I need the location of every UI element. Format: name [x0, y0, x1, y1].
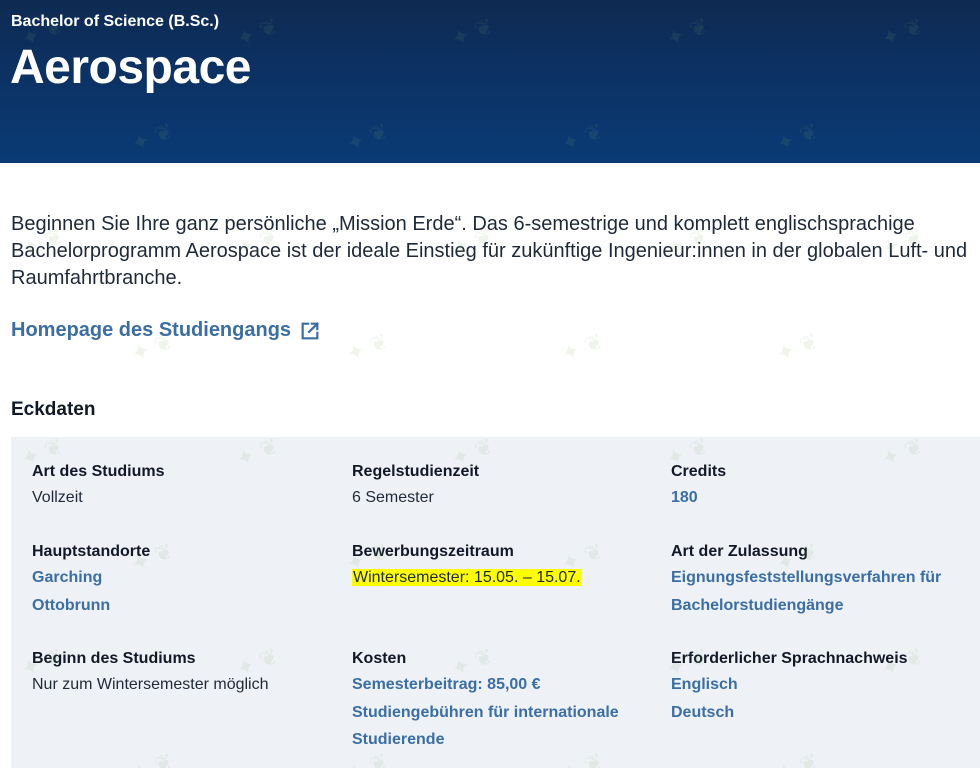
semester-fee-link[interactable]: Semesterbeitrag: 85,00 € — [352, 671, 652, 699]
homepage-link-label: Homepage des Studiengangs — [11, 319, 292, 341]
tuition-link-line-2[interactable]: Studierende — [352, 726, 652, 754]
degree-label: Bachelor of Science (B.Sc.) — [11, 13, 220, 30]
fact-bewerbungszeitraum: Bewerbungszeitraum Wintersemester: 15.05… — [352, 542, 652, 592]
fact-art-der-zulassung: Art der Zulassung Eignungsfeststellungsv… — [671, 542, 980, 619]
page-header: Bachelor of Science (B.Sc.) Aerospace — [0, 0, 980, 163]
language-link-englisch[interactable]: Englisch — [671, 671, 980, 699]
fact-value: 6 Semester — [352, 489, 434, 506]
fact-label: Art des Studiums — [32, 463, 165, 480]
eckdaten-panel: Art des Studiums Vollzeit Regelstudienze… — [11, 437, 980, 768]
fact-sprachnachweis: Erforderlicher Sprachnachweis Englisch D… — [671, 649, 980, 726]
watermark-mark: ✦ ❦ — [557, 327, 607, 368]
fact-label: Credits — [671, 463, 727, 480]
application-period-highlight: Wintersemester: 15.05. – 15.07. — [352, 569, 582, 586]
page-title: Aerospace — [10, 41, 251, 94]
admission-link-line-1[interactable]: Eignungsfeststellungsverfahren für — [671, 564, 980, 592]
watermark-mark: ✦ ❦ — [342, 327, 392, 368]
fact-label: Erforderlicher Sprachnachweis — [671, 650, 908, 667]
fact-label: Beginn des Studiums — [32, 650, 196, 667]
fact-label: Regelstudienzeit — [352, 463, 480, 480]
fact-value: Vollzeit — [32, 489, 83, 506]
fact-beginn: Beginn des Studiums Nur zum Wintersemest… — [32, 649, 332, 699]
fact-regelstudienzeit: Regelstudienzeit 6 Semester — [352, 462, 652, 512]
fact-hauptstandorte: Hauptstandorte Garching Ottobrunn — [32, 542, 332, 619]
fact-label: Kosten — [352, 650, 407, 667]
credits-link[interactable]: 180 — [671, 484, 980, 512]
location-link-ottobrunn[interactable]: Ottobrunn — [32, 592, 332, 620]
watermark-mark: ✦ ❦ — [772, 327, 822, 368]
fact-value: Nur zum Wintersemester möglich — [32, 676, 269, 693]
location-link-garching[interactable]: Garching — [32, 564, 332, 592]
fact-label: Bewerbungszeitraum — [352, 543, 514, 560]
fact-kosten: Kosten Semesterbeitrag: 85,00 € Studieng… — [352, 649, 652, 754]
eckdaten-heading: Eckdaten — [11, 399, 96, 420]
fact-label: Hauptstandorte — [32, 543, 151, 560]
fact-label: Art der Zulassung — [671, 543, 808, 560]
fact-credits: Credits 180 — [671, 462, 980, 512]
language-link-deutsch[interactable]: Deutsch — [671, 699, 980, 727]
homepage-link[interactable]: Homepage des Studiengangs — [11, 319, 321, 342]
external-link-icon — [301, 321, 319, 339]
admission-link-line-2[interactable]: Bachelorstudiengänge — [671, 592, 980, 620]
fact-art-des-studiums: Art des Studiums Vollzeit — [32, 462, 332, 512]
intro-text: Beginnen Sie Ihre ganz persönliche „Miss… — [11, 213, 968, 289]
tuition-link-line-1[interactable]: Studiengebühren für internationale — [352, 699, 652, 727]
